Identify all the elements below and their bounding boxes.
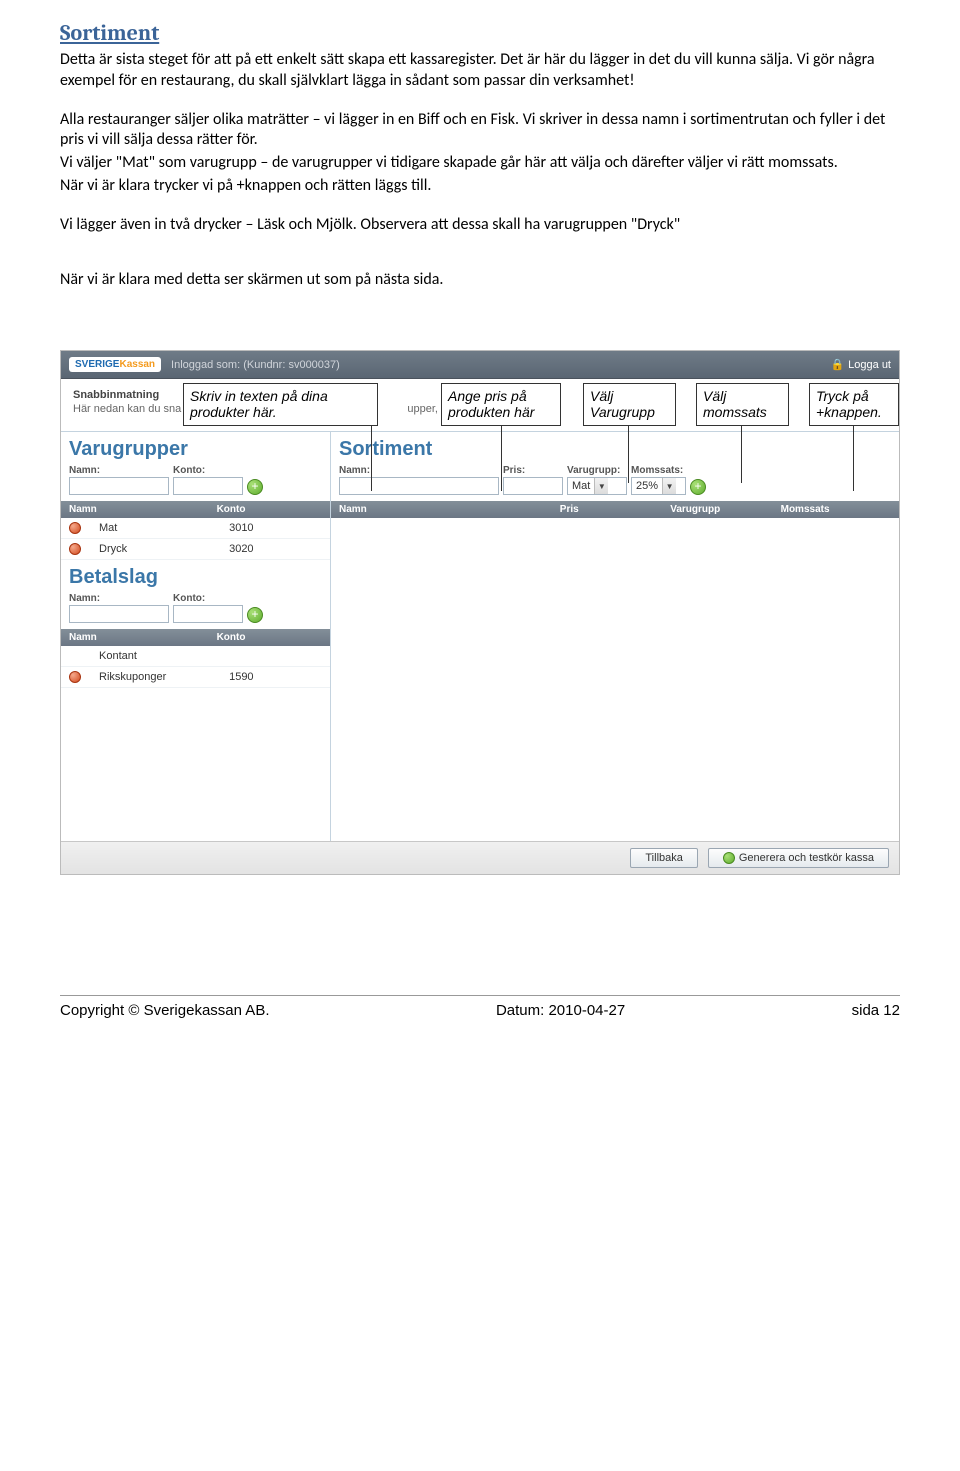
select-value: Mat <box>568 480 594 492</box>
add-sortiment-button[interactable]: + <box>690 479 706 495</box>
page-footer: Copyright © Sverigekassan AB. Datum: 201… <box>60 995 900 1019</box>
col-konto: Konto <box>217 504 322 515</box>
quick-entry-section: Snabbinmatning Här nedan kan du sna uppe… <box>61 379 899 431</box>
add-betalslag-button[interactable]: + <box>247 607 263 623</box>
sortiment-title: Sortiment <box>331 432 899 463</box>
select-value: 25% <box>632 480 662 492</box>
cell-namn: Mat <box>99 522 229 534</box>
cell-konto: 3020 <box>229 543 322 555</box>
cell-konto: 3010 <box>229 522 322 534</box>
logout-link[interactable]: 🔒 Logga ut <box>830 358 891 371</box>
cell-namn: Rikskuponger <box>99 671 229 683</box>
annotation-5: Tryck på +knappen. <box>809 383 899 425</box>
sortiment-namn-input[interactable] <box>339 477 499 495</box>
cell-namn: Dryck <box>99 543 229 555</box>
paragraph: Vi väljer "Mat" som varugrupp – de varug… <box>60 153 900 174</box>
sortiment-momssats-select[interactable]: 25% ▼ <box>631 477 686 495</box>
generate-button[interactable]: Generera och testkör kassa <box>708 848 889 868</box>
col-namn: Namn <box>339 504 560 515</box>
col-varugrupp: Varugrupp <box>670 504 780 515</box>
login-info: Inloggad som: (Kundnr: sv000037) <box>171 359 340 371</box>
annotation-3: Välj Varugrupp <box>583 383 676 425</box>
add-varugrupp-button[interactable]: + <box>247 479 263 495</box>
col-pris: Pris <box>560 504 670 515</box>
cell-namn: Kontant <box>99 650 229 662</box>
annotation-2: Ange pris på produkten här <box>441 383 561 425</box>
footer-copyright: Copyright © Sverigekassan AB. <box>60 1002 270 1019</box>
col-namn: Namn <box>69 504 217 515</box>
section-title: Sortiment <box>60 20 900 46</box>
varugrupp-namn-input[interactable] <box>69 477 169 495</box>
app-window: SVERIGEKassan Inloggad som: (Kundnr: sv0… <box>60 350 900 875</box>
betalslag-table: Kontant Rikskuponger 1590 <box>61 646 330 688</box>
col-momssats: Momssats <box>781 504 891 515</box>
cell-konto: 1590 <box>229 671 322 683</box>
paragraph: När vi är klara trycker vi på +knappen o… <box>60 176 900 197</box>
paragraph: Alla restauranger säljer olika maträtter… <box>60 110 900 152</box>
delete-icon[interactable] <box>69 671 81 683</box>
back-button[interactable]: Tillbaka <box>630 848 698 868</box>
logo-text-1: SVERIGE <box>75 359 119 370</box>
paragraph: Detta är sista steget för att på ett enk… <box>60 50 900 92</box>
betalslag-konto-input[interactable] <box>173 605 243 623</box>
betalslag-title: Betalslag <box>61 560 330 591</box>
label-namn: Namn: <box>69 593 169 604</box>
label-konto: Konto: <box>173 593 243 604</box>
label-varugrupp: Varugrupp: <box>567 465 627 476</box>
footer-page: sida 12 <box>852 1002 900 1019</box>
annotation-4: Välj momssats <box>696 383 789 425</box>
table-row: Rikskuponger 1590 <box>61 667 330 688</box>
app-footer: Tillbaka Generera och testkör kassa <box>61 841 899 874</box>
table-row: Mat 3010 <box>61 518 330 539</box>
delete-icon[interactable] <box>69 522 81 534</box>
table-row: Kontant <box>61 646 330 667</box>
col-namn: Namn <box>69 632 217 643</box>
col-konto: Konto <box>217 632 322 643</box>
label-namn: Namn: <box>69 465 169 476</box>
label-konto: Konto: <box>173 465 243 476</box>
app-header: SVERIGEKassan Inloggad som: (Kundnr: sv0… <box>61 351 899 379</box>
delete-icon[interactable] <box>69 543 81 555</box>
sortiment-pris-input[interactable] <box>503 477 563 495</box>
label-pris: Pris: <box>503 465 563 476</box>
varugrupp-konto-input[interactable] <box>173 477 243 495</box>
varugrupper-table: Mat 3010 Dryck 3020 <box>61 518 330 560</box>
document-text: Sortiment Detta är sista steget för att … <box>60 20 900 290</box>
table-row: Dryck 3020 <box>61 539 330 560</box>
logout-label: Logga ut <box>848 359 891 371</box>
chevron-down-icon: ▼ <box>662 478 676 494</box>
lock-icon: 🔒 <box>830 358 844 371</box>
chevron-down-icon: ▼ <box>594 478 608 494</box>
app-logo: SVERIGEKassan <box>69 357 161 372</box>
betalslag-namn-input[interactable] <box>69 605 169 623</box>
varugrupper-title: Varugrupper <box>61 432 330 463</box>
annotation-1: Skriv in texten på dina produkter här. <box>183 383 378 425</box>
paragraph: Vi lägger även in två drycker – Läsk och… <box>60 215 900 236</box>
label-namn: Namn: <box>339 465 499 476</box>
sortiment-varugrupp-select[interactable]: Mat ▼ <box>567 477 627 495</box>
logo-text-2: Kassan <box>119 359 155 370</box>
footer-date: Datum: 2010-04-27 <box>496 1002 625 1019</box>
label-momssats: Momssats: <box>631 465 686 476</box>
ok-icon <box>723 852 735 864</box>
paragraph: När vi är klara med detta ser skärmen ut… <box>60 270 900 291</box>
